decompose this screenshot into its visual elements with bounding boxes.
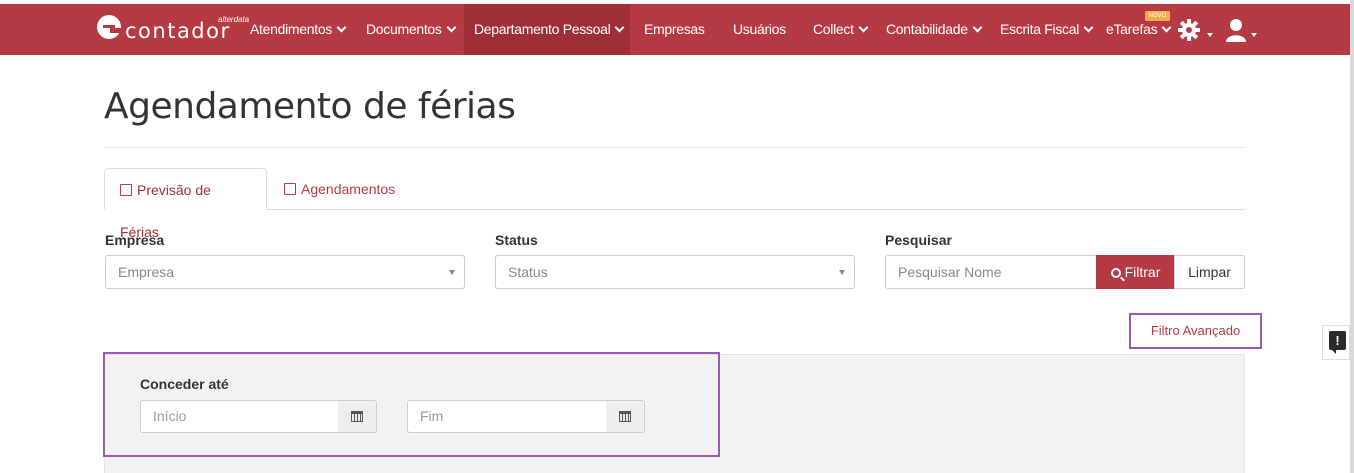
nav-item-label: Atendimentos: [250, 21, 333, 37]
caret-down-icon: [1207, 33, 1213, 37]
status-select-value: Status: [508, 264, 548, 280]
limpar-button[interactable]: Limpar: [1174, 255, 1245, 289]
dropdown-arrow-icon: [839, 270, 845, 275]
chevron-down-icon: [336, 22, 347, 33]
nav-item-label: Documentos: [366, 21, 442, 37]
contact-card-icon: [120, 184, 132, 196]
brand-logo[interactable]: contador alterdata: [97, 14, 249, 46]
feedback-button[interactable]: !: [1322, 325, 1350, 360]
nav-item-documentos[interactable]: Documentos: [366, 4, 457, 55]
feedback-tail: [1331, 349, 1336, 354]
nav-item-label: Empresas: [644, 21, 705, 37]
fim-calendar-button[interactable]: [606, 400, 645, 433]
title-divider: [104, 147, 1245, 148]
nav-item-escrita-fiscal[interactable]: Escrita Fiscal: [1000, 4, 1094, 55]
calendar-check-icon: [284, 183, 296, 195]
tab-agendamentos[interactable]: Agendamentos: [269, 168, 410, 210]
empresa-select-value: Empresa: [118, 264, 175, 280]
status-select[interactable]: Status: [495, 255, 855, 289]
nav-item-label: Contabilidade: [886, 21, 968, 37]
scrollbar[interactable]: [1350, 0, 1354, 473]
user-icon[interactable]: [1225, 18, 1247, 42]
filtro-avancado-link[interactable]: Filtro Avançado: [1129, 313, 1262, 349]
chevron-down-icon: [614, 22, 625, 33]
nav-item-label: Collect: [813, 21, 854, 37]
brand-e-icon: [97, 15, 121, 39]
tab-label: Agendamentos: [301, 181, 396, 197]
nav-item-usuarios[interactable]: Usuários: [733, 4, 786, 55]
chevron-down-icon: [858, 22, 869, 33]
inicio-date-input[interactable]: Início: [140, 400, 339, 433]
calendar-icon: [619, 411, 631, 422]
empresa-select[interactable]: Empresa: [105, 255, 465, 289]
search-icon: [1110, 268, 1121, 278]
nav-item-empresas[interactable]: Empresas: [644, 4, 705, 55]
caret-down-icon: [1251, 33, 1257, 37]
filtrar-button[interactable]: Filtrar: [1096, 255, 1175, 289]
tab-previsao-de-ferias[interactable]: Previsão de Férias: [104, 168, 267, 240]
chevron-down-icon: [446, 22, 457, 33]
brand-sub: alterdata: [218, 15, 250, 24]
nav-item-atendimentos[interactable]: Atendimentos: [250, 4, 347, 55]
dropdown-arrow-icon: [449, 270, 455, 275]
chevron-down-icon: [972, 22, 983, 33]
novo-badge: NOVO: [1145, 11, 1170, 21]
page-title: Agendamento de férias: [104, 86, 516, 127]
search-input[interactable]: Pesquisar Nome: [885, 255, 1097, 289]
chevron-down-icon: [1083, 22, 1094, 33]
empresa-label: Empresa: [105, 232, 165, 248]
fim-date-input[interactable]: Fim: [407, 400, 607, 433]
feedback-icon: !: [1329, 331, 1346, 350]
nav-item-departamento-pessoal[interactable]: Departamento Pessoal: [464, 4, 630, 55]
calendar-icon: [351, 411, 363, 422]
nav-item-collect[interactable]: Collect: [813, 4, 869, 55]
nav-item-label: Usuários: [733, 21, 786, 37]
nav-item-label: Escrita Fiscal: [1000, 21, 1080, 37]
chevron-down-icon: [1161, 22, 1172, 33]
nav-item-label: eTarefas: [1106, 21, 1158, 37]
gear-icon[interactable]: [1177, 18, 1201, 42]
pesquisar-label: Pesquisar: [885, 232, 952, 248]
conceder-ate-label: Conceder até: [140, 376, 229, 392]
inicio-calendar-button[interactable]: [338, 400, 377, 433]
top-navbar: contador alterdata Atendimentos Document…: [0, 4, 1350, 55]
nav-item-label: Departamento Pessoal: [474, 21, 611, 37]
nav-item-contabilidade[interactable]: Contabilidade: [886, 4, 983, 55]
status-label: Status: [495, 232, 538, 248]
filtrar-label: Filtrar: [1124, 264, 1161, 280]
brand-word: contador: [125, 19, 231, 43]
